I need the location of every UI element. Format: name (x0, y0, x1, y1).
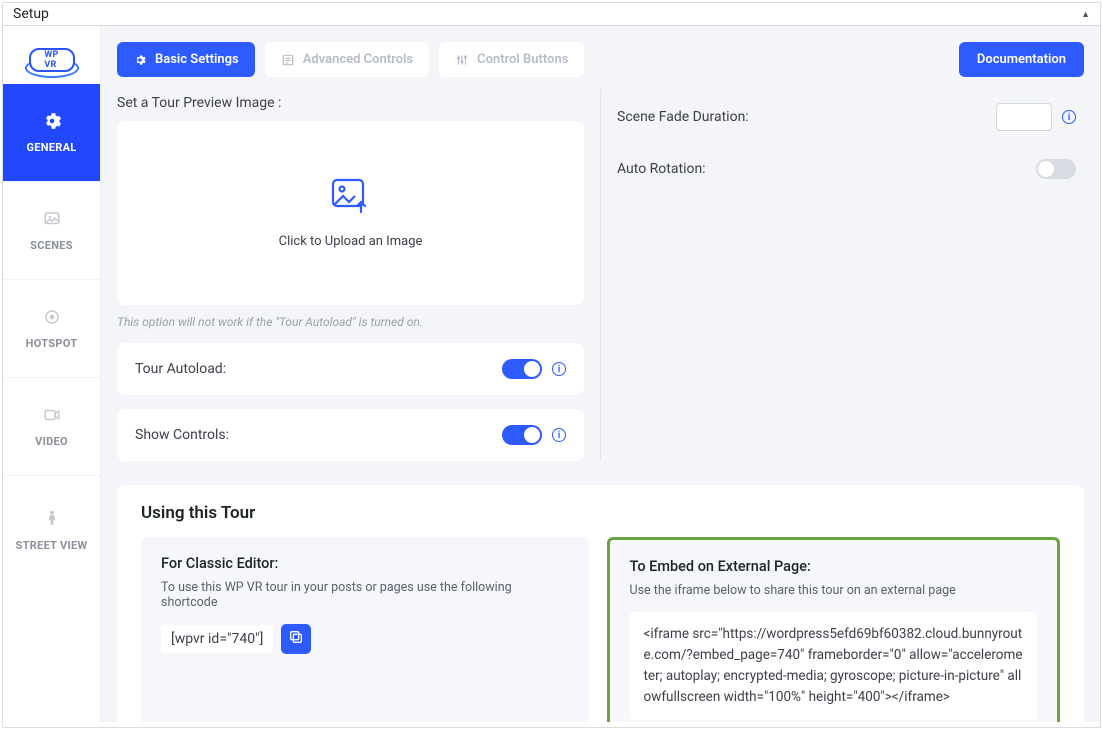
panel-title: Setup (13, 6, 49, 22)
sidebar-item-scenes[interactable]: SCENES (3, 182, 100, 280)
sidebar: WP VR GENERAL SCENES HOTSPOT (3, 26, 101, 722)
collapse-icon: ▲ (1081, 9, 1090, 20)
iframe-code[interactable]: <iframe src="https://wordpress5efd69bf60… (630, 612, 1038, 720)
logo: WP VR (3, 26, 100, 84)
upload-icon (331, 178, 371, 218)
embed-heading: To Embed on External Page: (630, 558, 1038, 575)
classic-editor-heading: For Classic Editor: (161, 555, 569, 572)
gear-icon (43, 112, 61, 133)
autoload-label: Tour Autoload: (135, 361, 226, 377)
show-controls-label: Show Controls: (135, 427, 229, 443)
tab-label: Basic Settings (155, 52, 239, 67)
upload-hint: This option will not work if the "Tour A… (117, 315, 584, 329)
classic-editor-box: For Classic Editor: To use this WP VR to… (141, 537, 589, 722)
target-icon (43, 308, 61, 329)
sliders-icon (281, 53, 295, 67)
controls-icon (455, 53, 469, 67)
autoload-toggle[interactable] (502, 359, 542, 379)
sidebar-item-video[interactable]: VIDEO (3, 378, 100, 476)
fade-duration-label: Scene Fade Duration: (617, 109, 749, 125)
logo-text: WP VR (29, 48, 75, 72)
using-tour-title: Using this Tour (141, 503, 1060, 523)
classic-editor-desc: To use this WP VR tour in your posts or … (161, 580, 569, 610)
upload-text: Click to Upload an Image (279, 234, 423, 249)
auto-rotation-label: Auto Rotation: (617, 161, 706, 177)
sidebar-item-label: HOTSPOT (26, 337, 78, 350)
video-icon (43, 406, 61, 427)
tab-control-buttons[interactable]: Control Buttons (439, 42, 584, 77)
embed-external-box: To Embed on External Page: Use the ifram… (607, 537, 1061, 722)
person-icon (43, 509, 61, 531)
info-icon[interactable]: i (552, 428, 566, 442)
shortcode-text[interactable]: [wpvr id="740"] (161, 625, 273, 653)
tab-label: Control Buttons (477, 52, 568, 67)
copy-icon (288, 629, 304, 649)
tab-label: Advanced Controls (303, 52, 413, 67)
info-icon[interactable]: i (552, 362, 566, 376)
tab-advanced-controls[interactable]: Advanced Controls (265, 42, 429, 77)
embed-desc: Use the iframe below to share this tour … (630, 583, 1038, 598)
fade-duration-input[interactable] (996, 103, 1052, 131)
auto-rotation-toggle[interactable] (1036, 159, 1076, 179)
sidebar-item-label: VIDEO (35, 435, 68, 448)
copy-shortcode-button[interactable] (281, 624, 311, 654)
preview-image-label: Set a Tour Preview Image : (117, 95, 584, 111)
documentation-button[interactable]: Documentation (959, 42, 1084, 77)
sidebar-item-label: SCENES (30, 239, 73, 252)
sidebar-item-hotspot[interactable]: HOTSPOT (3, 280, 100, 378)
show-controls-toggle[interactable] (502, 425, 542, 445)
tab-basic-settings[interactable]: Basic Settings (117, 42, 255, 77)
sidebar-item-label: GENERAL (26, 141, 76, 154)
gear-icon (133, 53, 147, 67)
sidebar-item-street-view[interactable]: STREET VIEW (3, 476, 100, 586)
upload-area[interactable]: Click to Upload an Image (117, 121, 584, 305)
image-icon (43, 210, 61, 231)
info-icon[interactable]: i (1062, 110, 1076, 124)
panel-header[interactable]: Setup ▲ (3, 3, 1100, 26)
sidebar-item-general[interactable]: GENERAL (3, 84, 100, 182)
sidebar-item-label: STREET VIEW (16, 539, 88, 553)
